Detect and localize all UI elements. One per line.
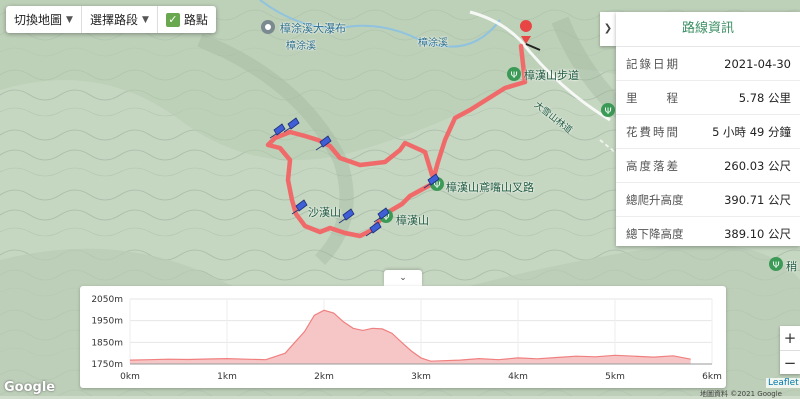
waypoint-toggle[interactable]: ✓ 路點 — [158, 6, 216, 33]
y-tick-label: 2050m — [91, 295, 123, 305]
stat-label: 總爬升高度 — [626, 192, 684, 207]
chevron-right-icon: ❯ — [603, 23, 613, 34]
zoom-out-button[interactable]: − — [780, 351, 800, 375]
stat-label: 里 程 — [626, 90, 680, 105]
trail-icon: Ψ — [507, 67, 521, 81]
waypoint-label: 路點 — [183, 13, 208, 27]
junction-label: 樟漢山鳶嘴山叉路 — [446, 181, 534, 194]
elevation-profile[interactable]: 2050m 1950m 1850m 1750m 0km 1km 2km 3km 4km 5km 6k… — [80, 286, 726, 388]
x-tick-label: 4km — [508, 372, 528, 382]
map-toolbar: 切換地圖 ▼ 選擇路段 ▼ ✓ 路點 — [6, 6, 216, 33]
profile-collapse-button[interactable]: ⌄ — [384, 270, 422, 286]
right-peak-label: 稍 — [786, 260, 797, 273]
svg-text:Ψ: Ψ — [604, 107, 611, 117]
creek-label-2: 樟涂溪 — [418, 38, 448, 49]
y-tick-label: 1750m — [91, 360, 123, 370]
elevation-chart[interactable]: 2050m 1950m 1850m 1750m 0km 1km 2km 3km 4km 5km 6k… — [80, 286, 726, 388]
stat-value: 390.71 公尺 — [724, 192, 791, 207]
x-tick-label: 3km — [411, 372, 431, 382]
select-segment-button[interactable]: 選擇路段 ▼ — [82, 6, 158, 33]
switch-map-button[interactable]: 切換地圖 ▼ — [6, 6, 82, 33]
panel-title: 路線資訊 — [616, 12, 800, 47]
zoom-control: + − — [780, 326, 800, 374]
stat-value: 5.78 公里 — [738, 90, 791, 105]
stat-row-elev-diff: 高度落差 260.03 公尺 — [616, 149, 800, 183]
svg-text:Ψ: Ψ — [510, 71, 517, 81]
stat-value: 5 小時 49 分鐘 — [712, 124, 791, 139]
peak-label: 沙漢山 — [308, 206, 341, 219]
zoom-in-button[interactable]: + — [780, 326, 800, 351]
stat-label: 總下降高度 — [626, 226, 684, 241]
peak-label-2: 樟漢山 — [396, 214, 429, 227]
y-tick-label: 1950m — [91, 317, 123, 327]
stat-value: 260.03 公尺 — [724, 158, 791, 173]
route-info-panel: 路線資訊 記錄日期 2021-04-30 里 程 5.78 公里 花費時間 5 … — [616, 12, 800, 246]
switch-map-label: 切換地圖 — [14, 13, 63, 27]
map-data-attribution: 地圖資料 ©2021 Google — [700, 390, 782, 398]
y-tick-label: 1850m — [91, 338, 123, 348]
chevron-down-icon: ▼ — [66, 14, 73, 25]
stat-value: 389.10 公尺 — [724, 226, 791, 241]
chevron-down-icon: ⌄ — [399, 273, 407, 283]
right-trail-icon: Ψ — [769, 257, 783, 271]
waterfall-label: 樟涂溪大瀑布 — [280, 22, 346, 35]
select-segment-label: 選擇路段 — [89, 13, 138, 27]
panel-collapse-button[interactable]: ❯ — [600, 12, 616, 46]
leaflet-attribution[interactable]: Leaflet — [766, 378, 800, 388]
stat-row-ascent: 總爬升高度 390.71 公尺 — [616, 183, 800, 217]
stat-value: 2021-04-30 — [724, 56, 791, 71]
stat-row-distance: 里 程 5.78 公里 — [616, 81, 800, 115]
stat-row-date: 記錄日期 2021-04-30 — [616, 47, 800, 81]
stat-row-descent: 總下降高度 389.10 公尺 — [616, 217, 800, 250]
x-tick-label: 6km — [702, 372, 722, 382]
trail-label: 樟漢山步道 — [524, 69, 579, 82]
stat-label: 花費時間 — [626, 124, 680, 139]
x-tick-label: 1km — [217, 372, 237, 382]
checkbox-checked-icon[interactable]: ✓ — [165, 12, 180, 27]
x-tick-label: 5km — [605, 372, 625, 382]
stat-label: 記錄日期 — [626, 56, 680, 71]
x-tick-label: 0km — [120, 372, 140, 382]
stat-row-duration: 花費時間 5 小時 49 分鐘 — [616, 115, 800, 149]
stat-label: 高度落差 — [626, 158, 680, 173]
x-tick-label: 2km — [314, 372, 334, 382]
chevron-down-icon: ▼ — [141, 14, 149, 25]
trail-icon-right: Ψ — [601, 103, 615, 117]
svg-text:Ψ: Ψ — [772, 261, 779, 271]
google-logo: Google — [4, 380, 56, 395]
creek-label: 樟涂溪 — [286, 41, 316, 52]
